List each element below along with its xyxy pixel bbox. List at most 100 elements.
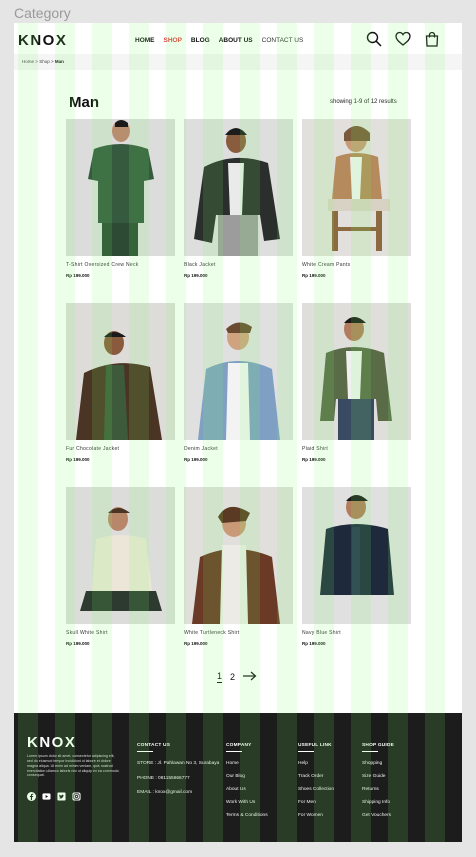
heart-icon[interactable]	[395, 31, 411, 47]
footer-link[interactable]: For Men	[298, 800, 358, 805]
product-price: Rp 199.000	[184, 457, 208, 462]
footer-contact: CONTACT US STORE : Jl. Pahlawan No 3, Su…	[137, 743, 225, 805]
product-price: Rp 199.000	[302, 641, 326, 646]
footer-link[interactable]: Our Blog	[226, 774, 292, 779]
frame-label: Category	[14, 5, 71, 21]
product-price: Rp 199.000	[184, 273, 208, 278]
product-card[interactable]: Black Jacket Rp 199.000	[184, 119, 293, 278]
product-card[interactable]: Fur Chocolate Jacket Rp 199.000	[66, 303, 175, 462]
product-price: Rp 199.000	[66, 273, 90, 278]
product-price: Rp 199.000	[302, 273, 326, 278]
breadcrumb-shop[interactable]: Shop	[39, 59, 50, 64]
page-title: Man	[69, 94, 99, 111]
product-name[interactable]: Black Jacket	[184, 262, 293, 268]
nav-home[interactable]: HOME	[135, 37, 155, 44]
facebook-icon[interactable]	[27, 792, 36, 801]
breadcrumb-separator: >	[35, 59, 38, 64]
footer-company: COMPANY Home Our Blog About Us Work With…	[226, 743, 292, 826]
nav-about-us[interactable]: ABOUT US	[219, 37, 253, 44]
product-card[interactable]: Denim Jacket Rp 199.000	[184, 303, 293, 462]
footer-email[interactable]: EMAIL : knox@gmail.com	[137, 790, 225, 797]
bag-icon[interactable]	[424, 31, 440, 47]
footer-link[interactable]: Size Guide	[362, 774, 422, 779]
product-image[interactable]	[66, 119, 175, 256]
breadcrumb-separator: >	[50, 59, 54, 64]
footer-shop-guide: SHOP GUIDE Shopping Size Guide Returns S…	[362, 743, 422, 826]
page-2-button[interactable]: 2	[230, 672, 235, 682]
product-image[interactable]	[66, 303, 175, 440]
results-count: showing 1-9 of 12 results	[330, 99, 397, 105]
nav-blog[interactable]: BLOG	[191, 37, 210, 44]
product-card[interactable]: Navy Blue Shirt Rp 199.000	[302, 487, 411, 646]
footer-link[interactable]: About Us	[226, 787, 292, 792]
instagram-icon[interactable]	[72, 792, 81, 801]
footer-link[interactable]: Returns	[362, 787, 422, 792]
product-image[interactable]	[302, 487, 411, 624]
product-name[interactable]: T-Shirt Oversized Crew Neck	[66, 262, 175, 268]
arrow-right-icon[interactable]	[243, 671, 257, 683]
footer: KNOX Lorem ipsum dolor sit amet, consect…	[14, 713, 462, 842]
product-card[interactable]: Skull White Shirt Rp 199.000	[66, 487, 175, 646]
social-links	[27, 792, 81, 801]
footer-company-heading: COMPANY	[226, 743, 252, 748]
footer-shop-heading: SHOP GUIDE	[362, 743, 395, 748]
product-card[interactable]: White Turtleneck Shirt Rp 199.000	[184, 487, 293, 646]
footer-link[interactable]: Home	[226, 761, 292, 766]
footer-link[interactable]: Terms & Conditions	[226, 813, 292, 818]
product-name[interactable]: Plaid Shirt	[302, 446, 411, 452]
nav-contact-us[interactable]: CONTACT US	[262, 37, 304, 44]
footer-contact-heading: CONTACT US	[137, 743, 171, 748]
product-name[interactable]: White Cream Pants	[302, 262, 411, 268]
footer-divider	[137, 751, 153, 752]
footer-link[interactable]: For Women	[298, 813, 358, 818]
product-price: Rp 199.000	[66, 641, 90, 646]
product-image[interactable]	[184, 303, 293, 440]
breadcrumb-home[interactable]: Home	[22, 59, 34, 64]
product-name[interactable]: Skull White Shirt	[66, 630, 175, 636]
footer-divider	[362, 751, 378, 752]
product-price: Rp 199.000	[302, 457, 326, 462]
product-image[interactable]	[184, 119, 293, 256]
product-image[interactable]	[66, 487, 175, 624]
product-card[interactable]: T-Shirt Oversized Crew Neck Rp 199.000	[66, 119, 175, 278]
footer-link[interactable]: Help	[298, 761, 358, 766]
product-image[interactable]	[302, 119, 411, 256]
footer-link[interactable]: Shoes Collection	[298, 787, 358, 792]
footer-link[interactable]: Shipping Info	[362, 800, 422, 805]
twitter-icon[interactable]	[57, 792, 66, 801]
main-nav: HOME SHOP BLOG ABOUT US CONTACT US	[135, 37, 303, 44]
product-name[interactable]: Navy Blue Shirt	[302, 630, 411, 636]
product-name[interactable]: Denim Jacket	[184, 446, 293, 452]
page-frame: KNOX HOME SHOP BLOG ABOUT US CONTACT US …	[14, 23, 462, 842]
logo[interactable]: KNOX	[18, 32, 67, 49]
product-card[interactable]: White Cream Pants Rp 199.000	[302, 119, 411, 278]
footer-divider	[298, 751, 314, 752]
footer-useful-heading: USEFUL LINK	[298, 743, 332, 748]
pagination: 1 2	[217, 671, 257, 683]
header: KNOX HOME SHOP BLOG ABOUT US CONTACT US	[14, 23, 462, 55]
product-image[interactable]	[302, 303, 411, 440]
youtube-icon[interactable]	[42, 792, 51, 801]
product-image[interactable]	[184, 487, 293, 624]
footer-store-address: STORE : Jl. Pahlawan No 3, Surabaya	[137, 761, 220, 766]
footer-link[interactable]: Get Vouchers	[362, 813, 422, 818]
product-price: Rp 199.000	[66, 457, 90, 462]
breadcrumb: Home > Shop > Man	[14, 54, 462, 70]
page-1-button[interactable]: 1	[217, 671, 223, 683]
footer-link[interactable]: Work With Us	[226, 800, 292, 805]
product-name[interactable]: White Turtleneck Shirt	[184, 630, 293, 636]
search-icon[interactable]	[366, 31, 382, 47]
footer-divider	[226, 751, 242, 752]
footer-logo[interactable]: KNOX	[27, 734, 76, 751]
nav-shop[interactable]: SHOP	[164, 37, 182, 44]
product-card[interactable]: Plaid Shirt Rp 199.000	[302, 303, 411, 462]
product-price: Rp 199.000	[184, 641, 208, 646]
breadcrumb-current: Man	[54, 59, 64, 64]
footer-phone: PHONE : 081155666777	[137, 775, 190, 781]
footer-useful-links: USEFUL LINK Help Track Order Shoes Colle…	[298, 743, 358, 826]
footer-description: Lorem ipsum dolor sit amet, consectetur …	[27, 754, 119, 778]
product-name[interactable]: Fur Chocolate Jacket	[66, 446, 175, 452]
footer-link[interactable]: Shopping	[362, 761, 422, 766]
footer-link[interactable]: Track Order	[298, 774, 358, 779]
header-icons	[366, 31, 440, 47]
